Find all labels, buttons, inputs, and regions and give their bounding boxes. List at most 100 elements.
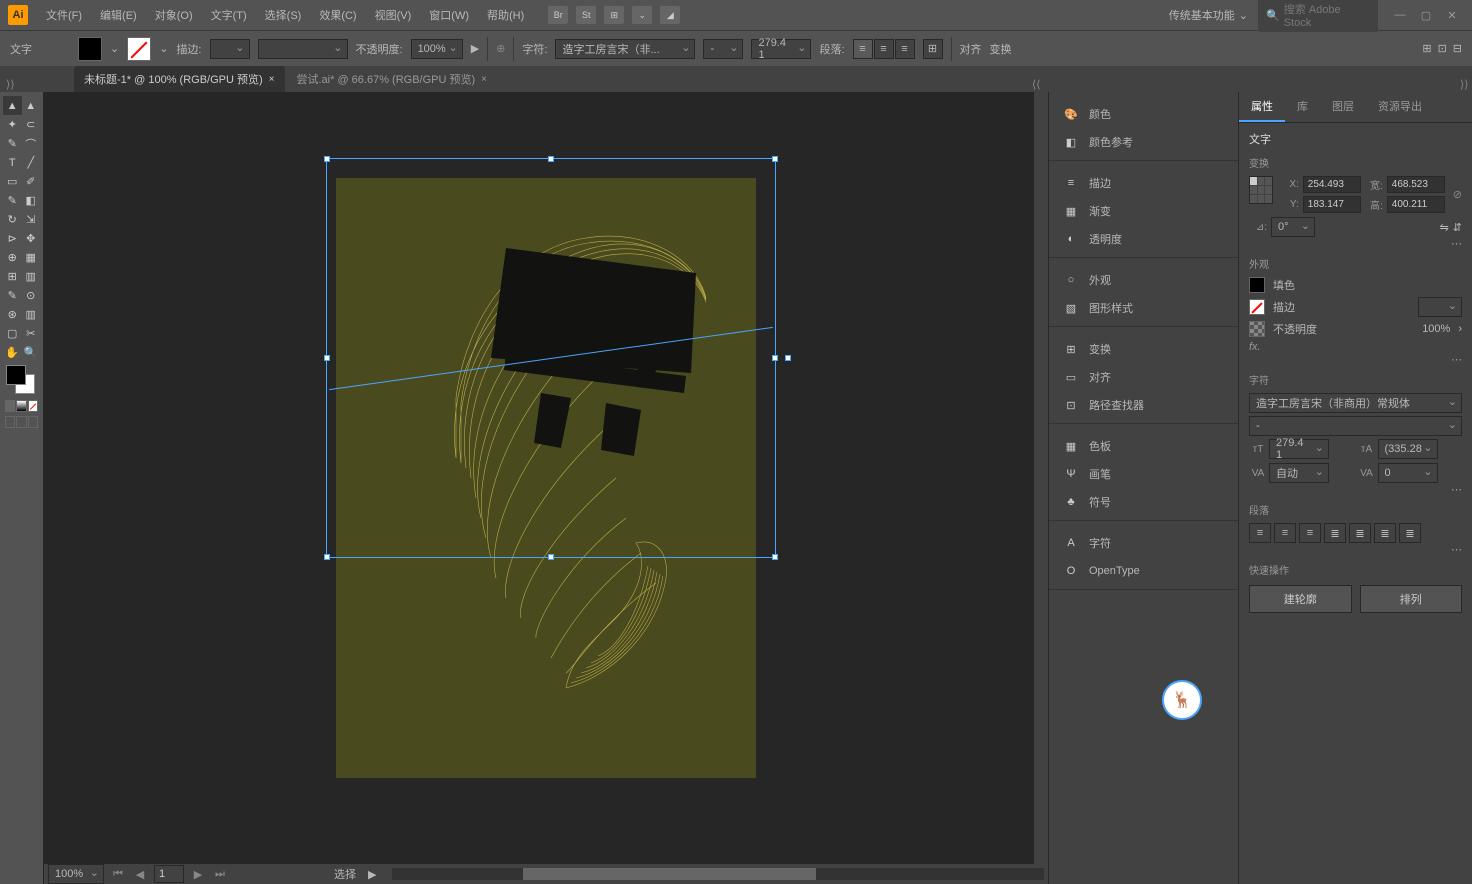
draw-inside[interactable]: [28, 416, 38, 428]
panel-toggle-right[interactable]: ⟩⟩: [1460, 78, 1468, 92]
panel-toggle-mid[interactable]: ⟨⟨: [1032, 78, 1040, 92]
zoom-tool[interactable]: 🔍: [22, 343, 41, 362]
more-options-icon[interactable]: ⋯: [1249, 483, 1462, 496]
type-tool[interactable]: T: [3, 153, 22, 172]
leading-input[interactable]: (335.28: [1378, 439, 1438, 459]
align-right[interactable]: ≡: [1299, 523, 1321, 543]
selection-tool[interactable]: ▲: [3, 96, 22, 115]
align-panel-icon[interactable]: ⊞: [923, 39, 943, 59]
x-input[interactable]: [1303, 176, 1361, 193]
fx-button[interactable]: fx.: [1249, 341, 1462, 353]
panel-color-guide[interactable]: ◧颜色参考: [1049, 128, 1238, 156]
y-input[interactable]: [1303, 196, 1361, 213]
resize-handle[interactable]: [548, 156, 554, 162]
artboard[interactable]: [336, 178, 756, 778]
line-tool[interactable]: ╱: [22, 153, 41, 172]
menu-type[interactable]: 文字(T): [203, 3, 255, 27]
arrow-icon[interactable]: ▶: [471, 42, 479, 55]
menu-window[interactable]: 窗口(W): [421, 3, 477, 27]
artboard-prev[interactable]: ◀: [132, 866, 148, 882]
color-mode[interactable]: [5, 400, 15, 412]
resize-handle[interactable]: [324, 156, 330, 162]
link-wh-icon[interactable]: ⊘: [1453, 188, 1462, 201]
artboard-tool[interactable]: ▢: [3, 324, 22, 343]
pen-tool[interactable]: ✎: [3, 134, 22, 153]
bridge-icon[interactable]: Br: [548, 6, 568, 24]
more-options-icon[interactable]: ⋯: [1249, 543, 1462, 556]
resize-handle[interactable]: [548, 554, 554, 560]
tab-asset-export[interactable]: 资源导出: [1366, 92, 1434, 122]
artboard-last[interactable]: ⏭: [212, 866, 228, 882]
stroke-swatch[interactable]: [127, 37, 151, 61]
arrange-docs-icon[interactable]: ⊞: [604, 6, 624, 24]
direct-selection-tool[interactable]: ▲: [22, 96, 41, 115]
fill-swatch[interactable]: [1249, 277, 1265, 293]
window-maximize[interactable]: ▢: [1414, 3, 1438, 27]
font-style-dropdown[interactable]: -: [703, 39, 743, 59]
panel-align[interactable]: ▭对齐: [1049, 363, 1238, 391]
selection-bounding-box[interactable]: [326, 158, 776, 558]
resize-handle[interactable]: [324, 355, 330, 361]
panel-graphic-styles[interactable]: ▧图形样式: [1049, 294, 1238, 322]
rectangle-tool[interactable]: ▭: [3, 172, 22, 191]
magic-wand-tool[interactable]: ✦: [3, 115, 22, 134]
align-center[interactable]: ≡: [1274, 523, 1296, 543]
swatch-dropdown-icon[interactable]: ⌄: [159, 42, 168, 55]
resize-handle[interactable]: [772, 156, 778, 162]
gradient-mode[interactable]: [16, 400, 26, 412]
reference-point[interactable]: [1249, 176, 1273, 204]
rotate-handle[interactable]: [785, 355, 791, 361]
draw-behind[interactable]: [16, 416, 26, 428]
draw-normal[interactable]: [5, 416, 15, 428]
prefs-icon[interactable]: ⊡: [1438, 42, 1447, 55]
mesh-tool[interactable]: ⊞: [3, 267, 22, 286]
lasso-tool[interactable]: ⊂: [22, 115, 41, 134]
justify-center[interactable]: ≣: [1349, 523, 1371, 543]
shaper-tool[interactable]: ✎: [3, 191, 22, 210]
tab-properties[interactable]: 属性: [1239, 92, 1285, 122]
h-input[interactable]: [1387, 196, 1445, 213]
panel-stroke[interactable]: ≡描边: [1049, 169, 1238, 197]
close-icon[interactable]: ×: [269, 74, 275, 85]
hand-tool[interactable]: ✋: [3, 343, 22, 362]
close-icon[interactable]: ×: [481, 74, 487, 85]
slice-tool[interactable]: ✂: [22, 324, 41, 343]
none-mode[interactable]: [28, 400, 38, 412]
fill-stroke-control[interactable]: [3, 362, 40, 398]
horizontal-scrollbar[interactable]: [392, 868, 1044, 880]
menu-help[interactable]: 帮助(H): [479, 3, 532, 27]
window-minimize[interactable]: —: [1388, 3, 1412, 27]
panel-appearance[interactable]: ○外观: [1049, 266, 1238, 294]
curvature-tool[interactable]: ⌒: [22, 134, 41, 153]
opacity-value[interactable]: 100%: [1422, 323, 1450, 335]
vertical-scrollbar[interactable]: [1034, 92, 1048, 864]
more-options-icon[interactable]: ⋯: [1249, 237, 1462, 250]
menu-effect[interactable]: 效果(C): [311, 3, 364, 27]
menu-object[interactable]: 对象(O): [147, 3, 201, 27]
resize-handle[interactable]: [772, 554, 778, 560]
perspective-tool[interactable]: ▦: [22, 248, 41, 267]
tab-libraries[interactable]: 库: [1285, 92, 1320, 122]
justify-all[interactable]: ≣: [1399, 523, 1421, 543]
flip-h-icon[interactable]: ⇋: [1440, 221, 1449, 234]
more-icon[interactable]: ⊟: [1453, 42, 1462, 55]
align-center[interactable]: ≡: [874, 39, 894, 59]
artboard-first[interactable]: ⏮: [110, 866, 126, 882]
more-options-icon[interactable]: ⋯: [1249, 353, 1462, 366]
align-left[interactable]: ≡: [1249, 523, 1271, 543]
status-arrow-icon[interactable]: ▶: [368, 868, 376, 881]
tracking-input[interactable]: 0: [1378, 463, 1438, 483]
kerning-dropdown[interactable]: 自动: [1269, 463, 1329, 483]
recolor-icon[interactable]: ⊕: [496, 42, 505, 55]
eraser-tool[interactable]: ◧: [22, 191, 41, 210]
window-close[interactable]: ✕: [1440, 3, 1464, 27]
dropdown-icon[interactable]: ⌄: [632, 6, 652, 24]
font-style-dropdown[interactable]: -: [1249, 416, 1462, 436]
stock-icon[interactable]: St: [576, 6, 596, 24]
panel-symbols[interactable]: ♣符号: [1049, 488, 1238, 516]
w-input[interactable]: [1387, 176, 1445, 193]
panel-transparency[interactable]: ◐透明度: [1049, 225, 1238, 253]
justify-right[interactable]: ≣: [1374, 523, 1396, 543]
fill-color[interactable]: [6, 365, 26, 385]
stroke-weight-dropdown[interactable]: [210, 39, 250, 59]
